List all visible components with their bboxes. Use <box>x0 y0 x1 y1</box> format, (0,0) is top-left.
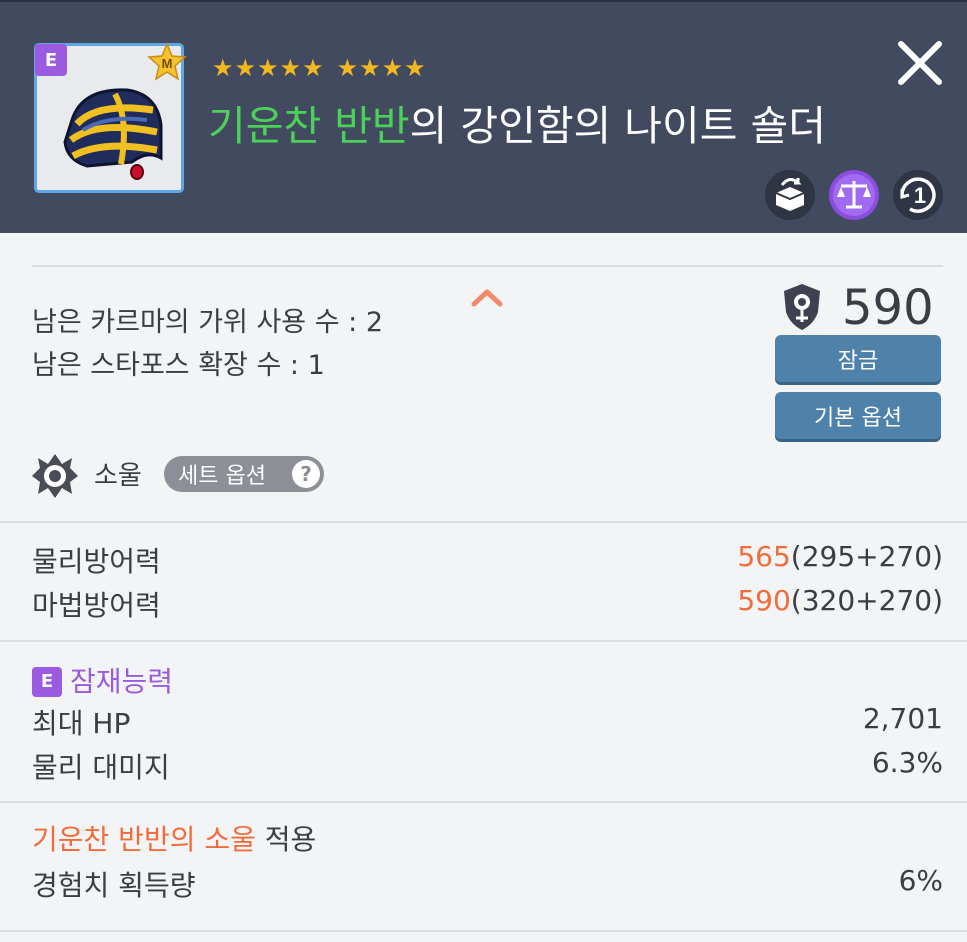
soul-effect-name: 기운찬 반반의 소울 <box>32 823 256 856</box>
stat-value: 590(320+270) <box>737 584 943 617</box>
soul-label: 소울 <box>94 461 142 491</box>
potential-grade-badge: E <box>32 666 62 697</box>
soul-effect-header: 기운찬 반반의 소울 적용 <box>32 818 943 858</box>
balance-scale-icon[interactable] <box>828 169 880 221</box>
divider <box>0 930 967 932</box>
mastery-letter: M <box>162 56 173 71</box>
star-group-2: ★★★★ <box>336 54 427 82</box>
set-option-label: 세트 옵션 <box>178 464 266 489</box>
set-option-button[interactable]: 세트 옵션 ? <box>164 456 324 492</box>
soul-icon <box>32 454 78 498</box>
divider <box>0 801 967 803</box>
potential-line: 최대 HP 2,701 <box>32 702 943 740</box>
transfer-icon[interactable] <box>764 169 816 221</box>
karma-scissors-count: 남은 카르마의 가위 사용 수 : 2 <box>32 307 384 338</box>
starforce-stars: ★★★★★ ★★★★ <box>212 54 427 82</box>
soul-effect-line: 경험치 획득량 6% <box>32 864 943 902</box>
stat-label: 물리방어력 <box>32 545 161 578</box>
soul-prefix: 기운찬 반반 <box>208 102 410 150</box>
item-tooltip-panel: E M ★★★★★ ★★★★ 기운찬 반반의 강인함의 나이트 숄더 1 남은 … <box>0 0 967 942</box>
potential-header: E 잠재능력 <box>32 660 943 700</box>
divider <box>0 521 967 523</box>
divider <box>0 640 967 642</box>
help-icon[interactable]: ? <box>292 460 320 488</box>
item-title: 기운찬 반반의 강인함의 나이트 숄더 <box>208 92 826 152</box>
item-icon-frame: E M <box>34 42 187 193</box>
combat-power-value: 590 <box>842 280 934 336</box>
lock-button[interactable]: 잠금 <box>775 335 941 382</box>
magic-defense-row: 마법방어력 590(320+270) <box>32 584 943 624</box>
potential-title: 잠재능력 <box>70 665 174 698</box>
physical-defense-row: 물리방어력 565(295+270) <box>32 540 943 580</box>
soul-effect-suffix: 적용 <box>264 823 317 856</box>
item-header: E M ★★★★★ ★★★★ 기운찬 반반의 강인함의 나이트 숄더 1 <box>0 0 967 233</box>
potential-line: 물리 대미지 6.3% <box>32 746 943 784</box>
divider <box>32 265 943 267</box>
one-upgrade-icon[interactable]: 1 <box>892 169 944 221</box>
combat-power-icon <box>784 284 820 330</box>
close-icon[interactable] <box>893 36 947 90</box>
item-name: 의 강인함의 나이트 숄더 <box>409 102 826 150</box>
mastery-star-icon: M <box>147 42 187 81</box>
starforce-extension-count: 남은 스타포스 확장 수 : 1 <box>32 350 325 381</box>
svg-text:1: 1 <box>914 183 926 208</box>
stat-value: 565(295+270) <box>737 540 943 573</box>
star-group-1: ★★★★★ <box>212 54 325 82</box>
stat-label: 마법방어력 <box>32 589 161 622</box>
base-option-button[interactable]: 기본 옵션 <box>775 392 941 439</box>
knight-shoulder-icon <box>63 88 163 180</box>
chevron-up-icon[interactable] <box>470 286 504 308</box>
epic-grade-badge: E <box>35 44 67 76</box>
